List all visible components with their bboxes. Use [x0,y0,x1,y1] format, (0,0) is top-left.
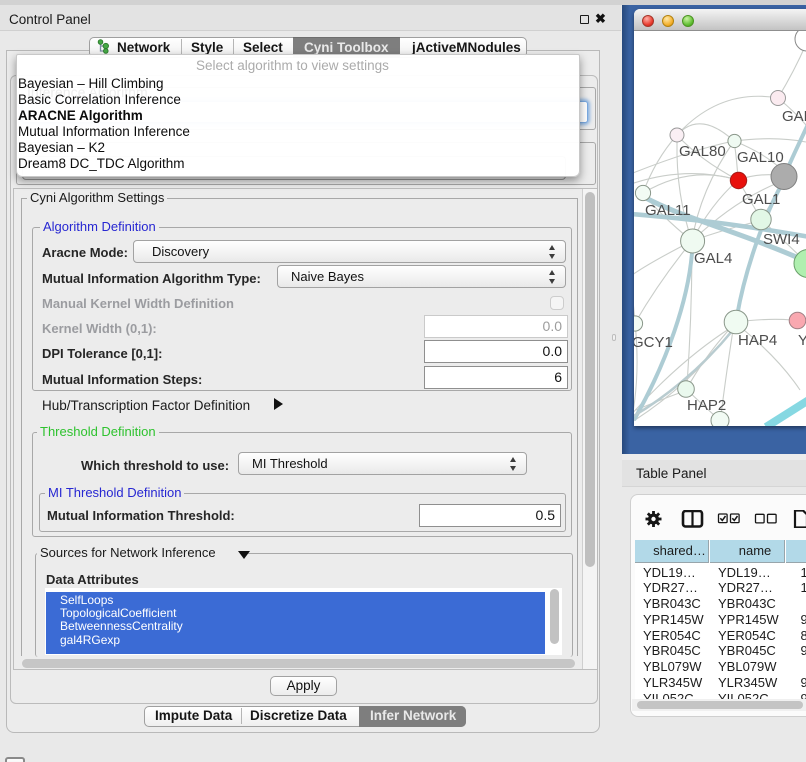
svg-text:Y: Y [798,332,806,349]
svg-text:GCY1: GCY1 [634,334,673,351]
svg-text:GAL4: GAL4 [694,250,732,267]
svg-text:GAL10: GAL10 [737,149,784,166]
svg-text:GAL80: GAL80 [679,143,726,160]
svg-text:GAL1: GAL1 [742,191,780,208]
svg-text:GAL7: GAL7 [782,108,806,125]
svg-text:GAL11: GAL11 [645,202,691,219]
svg-text:HAP4: HAP4 [738,332,777,349]
svg-text:HAP2: HAP2 [687,397,726,414]
svg-text:SWI4: SWI4 [763,231,800,248]
